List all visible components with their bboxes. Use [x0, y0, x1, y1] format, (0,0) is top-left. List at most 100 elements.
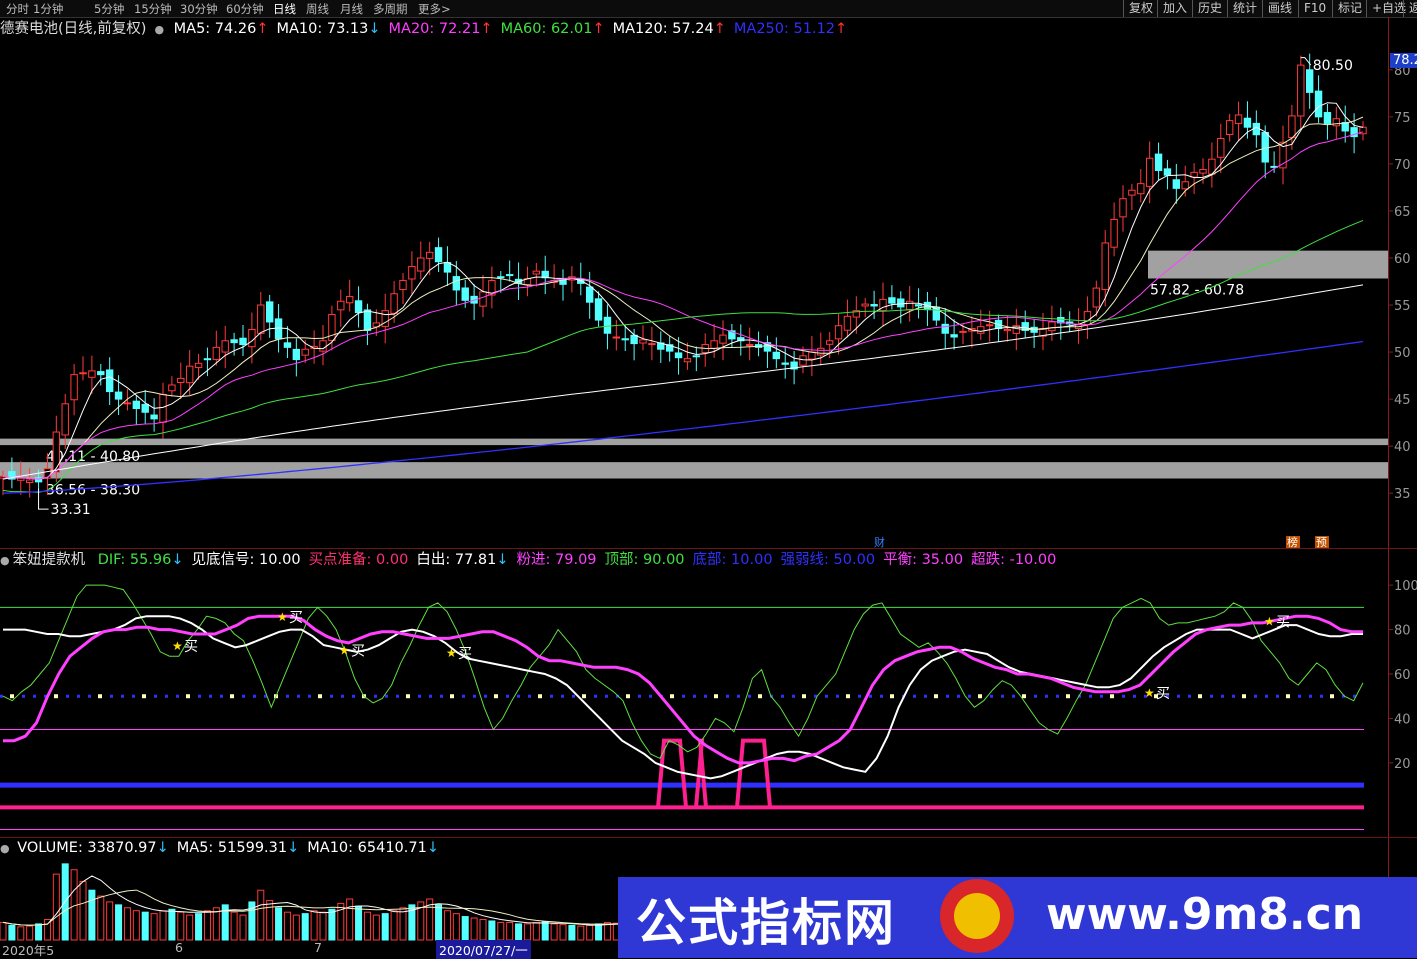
ref-dot — [934, 694, 938, 699]
candle-body — [1003, 328, 1012, 332]
candle-body — [1145, 157, 1154, 187]
candle-body — [781, 362, 789, 365]
candle-body — [843, 315, 852, 331]
tab-period[interactable]: 周线 — [306, 1, 329, 17]
ref-dot — [142, 694, 146, 699]
candle-body — [150, 414, 158, 420]
y-tick-label: 55 — [1394, 299, 1411, 314]
buy-star-icon: ★ — [339, 644, 350, 658]
buy-star-icon: ★ — [277, 610, 288, 624]
tab-period[interactable]: 30分钟 — [180, 1, 218, 17]
candle-body — [959, 330, 967, 333]
candle-body — [292, 348, 301, 361]
candle-body — [221, 340, 229, 353]
stock-chart-canvas[interactable]: 8075706560555045403557.82 - 60.7840.11 -… — [0, 17, 1417, 958]
candle-body — [88, 370, 96, 378]
volume-bar — [301, 913, 309, 941]
price-zone-band — [0, 438, 1388, 446]
ref-dot — [802, 694, 806, 699]
button-draw[interactable]: 画线 — [1262, 0, 1297, 17]
volume-bar — [132, 910, 140, 941]
volume-bar — [0, 921, 7, 941]
candle-body — [79, 372, 87, 375]
y-tick-label: 80 — [1394, 624, 1411, 639]
ref-dot — [978, 694, 982, 699]
candle-body — [834, 325, 843, 340]
candle-body — [123, 402, 132, 405]
ref-dot — [406, 694, 410, 699]
ref-dot — [582, 694, 586, 699]
volume-bar — [488, 920, 496, 941]
ref-dot — [230, 694, 234, 699]
volume-bar — [319, 911, 327, 941]
candle-body — [185, 365, 194, 384]
button-f10[interactable]: F10 — [1298, 0, 1331, 17]
volume-bar — [195, 913, 203, 941]
tab-period[interactable]: 1分钟 — [33, 1, 63, 17]
candle-body — [354, 300, 363, 314]
tab-period[interactable]: 分时 — [6, 1, 29, 17]
volume-bar — [452, 913, 460, 941]
buy-readiness-spike — [694, 738, 708, 808]
tab-period[interactable]: 5分钟 — [94, 1, 124, 17]
pane-divider — [0, 548, 1417, 549]
candle-body — [977, 326, 985, 334]
y-tick-label: 40 — [1394, 712, 1411, 727]
button-stats[interactable]: 统计 — [1227, 0, 1262, 17]
volume-bar — [541, 921, 549, 941]
candle-body — [159, 393, 167, 423]
zone-label: 57.82 - 60.78 — [1150, 282, 1244, 298]
tab-period[interactable]: 多周期 — [373, 1, 408, 17]
candle-body — [17, 477, 25, 481]
ref-dot — [626, 694, 630, 699]
price-zone-band — [1148, 250, 1388, 279]
volume-bar — [435, 904, 443, 941]
button-mark[interactable]: 标记 — [1332, 0, 1367, 17]
ref-dot — [318, 694, 322, 699]
button-back[interactable]: 返 — [1403, 0, 1417, 17]
candle-body — [1252, 122, 1261, 136]
candle-body — [399, 280, 407, 291]
date-tick: 2020年5 — [2, 943, 55, 958]
volume-bar — [159, 910, 167, 941]
candle-body — [861, 303, 869, 307]
candle-body — [630, 334, 638, 345]
candle-body — [710, 340, 718, 349]
ref-dot — [54, 694, 58, 699]
volume-bar — [177, 911, 185, 941]
button-history[interactable]: 历史 — [1192, 0, 1227, 17]
low-annotation: 33.31 — [51, 502, 91, 518]
ref-dot — [494, 694, 498, 699]
candle-body — [1217, 137, 1225, 158]
candle-body — [70, 374, 78, 401]
tab-period[interactable]: 更多> — [418, 1, 451, 17]
volume-bar — [168, 908, 176, 941]
candle-body — [905, 300, 914, 311]
button-restore-rights[interactable]: 复权 — [1123, 0, 1158, 17]
ref-dot — [890, 694, 894, 699]
candle-body — [985, 324, 994, 327]
button-add[interactable]: 加入 — [1157, 0, 1192, 17]
candle-body — [301, 348, 309, 356]
candle-body — [390, 293, 398, 314]
tab-period-active[interactable]: 日线 — [273, 1, 296, 17]
volume-bar — [346, 898, 354, 941]
candle-body — [1119, 198, 1127, 218]
volume-bar — [88, 889, 96, 941]
ref-dot — [1198, 694, 1202, 699]
candle-body — [212, 346, 221, 360]
volume-bar — [506, 921, 514, 941]
volume-bar — [479, 919, 487, 941]
candle-body — [61, 403, 69, 436]
tab-period[interactable]: 60分钟 — [226, 1, 264, 17]
volume-bar — [381, 913, 389, 941]
candle-body — [203, 358, 212, 361]
tab-period[interactable]: 月线 — [340, 1, 363, 17]
volume-bar — [595, 923, 603, 941]
candle-body — [585, 286, 594, 303]
tab-period[interactable]: 15分钟 — [134, 1, 172, 17]
volume-bar — [372, 914, 380, 941]
y-tick-label: 60 — [1394, 252, 1411, 267]
watermark-title: 公式指标网 — [636, 894, 896, 952]
volume-bar — [141, 911, 149, 941]
